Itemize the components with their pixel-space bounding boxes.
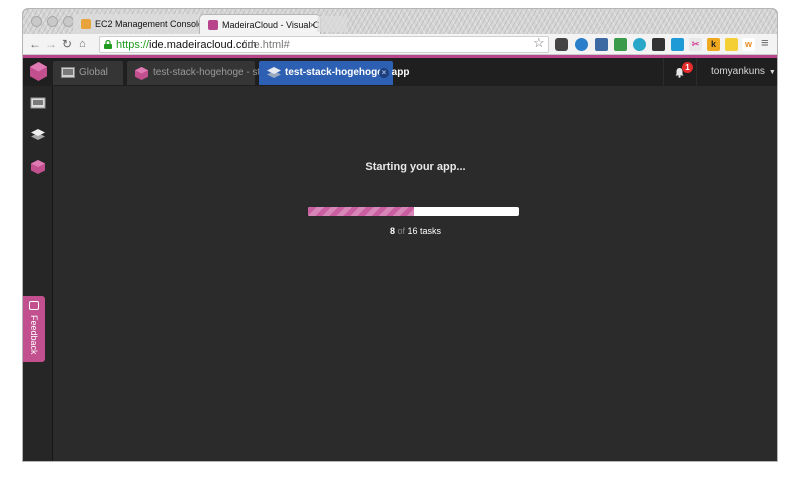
menu-icon[interactable]: ≡ <box>761 35 769 51</box>
chevron-down-icon: ▼ <box>768 69 776 76</box>
extension-icon[interactable] <box>614 38 627 51</box>
notification-count-badge: 1 <box>682 62 693 73</box>
browser-tab-ec2[interactable]: EC2 Management Console <box>73 14 203 34</box>
extension-icon[interactable]: w <box>742 38 755 51</box>
tasks-done: 8 <box>389 226 395 236</box>
notifications-button[interactable]: 1 <box>663 58 697 86</box>
browser-tab-title: EC2 Management Console <box>95 19 203 29</box>
window-close-control[interactable] <box>31 16 42 27</box>
lock-icon <box>104 40 112 49</box>
region-icon[interactable] <box>30 95 46 111</box>
app-tab-label: Global <box>79 67 108 78</box>
extension-icon[interactable] <box>671 38 684 51</box>
tasks-of-label: of <box>397 226 405 236</box>
task-counter: 8 of 16 tasks <box>54 226 777 236</box>
main-canvas: Starting your app... 8 of 16 tasks <box>54 86 777 461</box>
left-sidebar: Feedback <box>23 86 53 461</box>
feedback-label: Feedback <box>29 315 39 355</box>
app-tab-label: test-stack-hogehoge - st... <box>153 67 269 78</box>
app-tab-label: test-stack-hogehoge - app <box>285 67 410 78</box>
stack-cube-icon[interactable] <box>30 159 46 175</box>
bookmark-star-icon[interactable]: ☆ <box>533 35 545 51</box>
app-tab-app[interactable]: test-stack-hogehoge - app × <box>259 61 409 85</box>
browser-toolbar: ← → ↻ ⌂ https:// ide.madeiracloud.com /i… <box>23 34 777 55</box>
forward-arrow-icon[interactable]: → <box>45 36 57 52</box>
speech-bubble-icon <box>29 301 39 310</box>
extension-icon[interactable]: k <box>707 38 720 51</box>
madeira-icon <box>208 20 218 30</box>
user-menu[interactable]: tomyankuns ▼ <box>711 66 776 77</box>
app-tab-stack[interactable]: test-stack-hogehoge - st... <box>127 61 269 85</box>
app-layers-icon[interactable] <box>30 127 46 143</box>
progress-bar <box>308 207 519 216</box>
url-path: /ide.html# <box>242 39 290 51</box>
close-tab-icon[interactable]: × <box>310 15 315 34</box>
tasks-total: 16 tasks <box>407 226 442 236</box>
pocket-extension-icon[interactable] <box>555 38 568 51</box>
madeiracloud-logo-icon[interactable] <box>30 62 47 81</box>
new-tab-button[interactable] <box>317 16 347 32</box>
extension-icon[interactable] <box>595 38 608 51</box>
home-icon[interactable]: ⌂ <box>79 36 86 52</box>
browser-tab-madeiracloud[interactable]: MadeiraCloud - Visual Clo × <box>199 14 321 34</box>
app-tab-global[interactable]: Global <box>53 61 123 85</box>
username: tomyankuns <box>711 66 765 77</box>
browser-tab-title: MadeiraCloud - Visual Clo <box>222 20 321 30</box>
address-bar[interactable]: https:// ide.madeiracloud.com /ide.html# <box>99 36 549 53</box>
extension-icon[interactable] <box>575 38 588 51</box>
reload-icon[interactable]: ↻ <box>62 36 72 52</box>
extension-icon[interactable] <box>652 38 665 51</box>
region-icon <box>61 67 75 78</box>
feedback-button[interactable]: Feedback <box>23 296 45 362</box>
browser-titlebar: EC2 Management Console MadeiraCloud - Vi… <box>23 9 777 34</box>
aws-icon <box>81 19 91 29</box>
browser-window: EC2 Management Console MadeiraCloud - Vi… <box>23 9 777 461</box>
app-layers-icon <box>267 67 281 78</box>
extension-icon[interactable] <box>633 38 646 51</box>
loading-status-title: Starting your app... <box>365 161 466 173</box>
progress-bar-fill <box>308 207 414 216</box>
url-scheme: https:// <box>116 39 150 51</box>
extension-icon[interactable]: ✂ <box>689 38 702 51</box>
window-minimize-control[interactable] <box>47 16 58 27</box>
back-arrow-icon[interactable]: ← <box>29 36 41 52</box>
url-host: ide.madeiracloud.com <box>149 39 257 51</box>
close-app-tab-icon[interactable]: × <box>379 68 389 78</box>
extension-icon[interactable] <box>725 38 738 51</box>
stack-cube-icon <box>135 67 148 80</box>
